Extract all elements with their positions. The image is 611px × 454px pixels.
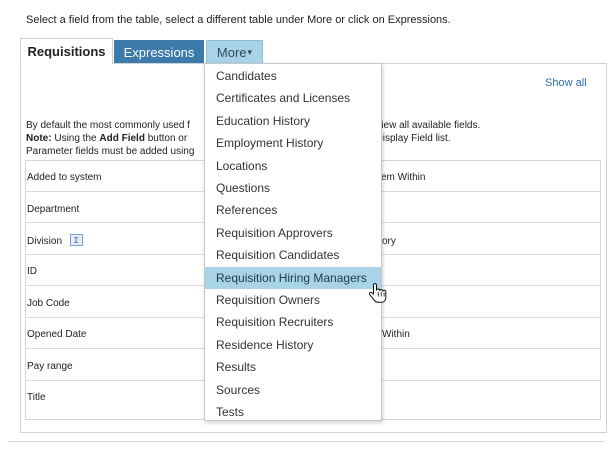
tab-expressions-label: Expressions <box>123 44 195 60</box>
caret-down-icon: ▾ <box>247 46 253 57</box>
menu-item-results[interactable]: Results <box>205 356 381 378</box>
menu-item-requisition-candidates[interactable]: Requisition Candidates <box>205 244 381 266</box>
sigma-icon[interactable]: Σ <box>70 234 83 246</box>
menu-item-references[interactable]: References <box>205 199 381 221</box>
description-text: Using the <box>51 133 100 144</box>
bottom-divider <box>8 441 604 442</box>
field-right-division[interactable]: ory <box>382 236 396 247</box>
field-pay-range[interactable]: Pay range <box>27 361 73 372</box>
tab-more-dropdown[interactable]: More ▾ <box>206 40 263 64</box>
tab-expressions[interactable]: Expressions <box>114 40 204 64</box>
description-text: By default the most commonly used f <box>26 120 190 131</box>
menu-item-requisition-owners[interactable]: Requisition Owners <box>205 289 381 311</box>
menu-item-requisition-approvers[interactable]: Requisition Approvers <box>205 222 381 244</box>
menu-item-employment-history[interactable]: Employment History <box>205 132 381 154</box>
tab-requisitions[interactable]: Requisitions <box>20 38 113 64</box>
menu-item-residence-history[interactable]: Residence History <box>205 334 381 356</box>
menu-item-sources[interactable]: Sources <box>205 379 381 401</box>
tab-more-label: More <box>216 44 247 60</box>
description-text: button or <box>144 133 188 144</box>
description-text: o view all available fields. <box>367 120 481 131</box>
field-id[interactable]: ID <box>27 266 37 277</box>
note-label: Note: <box>26 133 52 144</box>
show-all-link[interactable]: Show all <box>545 77 587 89</box>
field-right-added[interactable]: em Within <box>381 172 425 183</box>
more-dropdown-menu: Candidates Certificates and Licenses Edu… <box>204 63 382 421</box>
menu-item-locations[interactable]: Locations <box>205 155 381 177</box>
field-added-to-system[interactable]: Added to system <box>27 172 101 183</box>
menu-item-requisition-recruiters[interactable]: Requisition Recruiters <box>205 311 381 333</box>
menu-item-tests[interactable]: Tests <box>205 401 381 423</box>
field-department[interactable]: Department <box>27 204 79 215</box>
field-division[interactable]: Division <box>27 236 62 247</box>
add-field-label: Add Field <box>99 133 145 144</box>
menu-item-certificates-and-licenses[interactable]: Certificates and Licenses <box>205 87 381 109</box>
tab-requisitions-label: Requisitions <box>27 44 106 59</box>
menu-item-questions[interactable]: Questions <box>205 177 381 199</box>
menu-item-requisition-hiring-managers[interactable]: Requisition Hiring Managers <box>205 266 381 289</box>
menu-item-education-history[interactable]: Education History <box>205 110 381 132</box>
menu-item-candidates[interactable]: Candidates <box>205 65 381 87</box>
hand-pointer-icon <box>369 282 387 303</box>
field-job-code[interactable]: Job Code <box>27 298 70 309</box>
description-line-3: Parameter fields must be added using <box>26 146 195 157</box>
field-right-opened[interactable]: Within <box>382 329 410 340</box>
field-title[interactable]: Title <box>27 392 46 403</box>
field-opened-date[interactable]: Opened Date <box>27 329 87 340</box>
instructions-text: Select a field from the table, select a … <box>26 14 451 26</box>
